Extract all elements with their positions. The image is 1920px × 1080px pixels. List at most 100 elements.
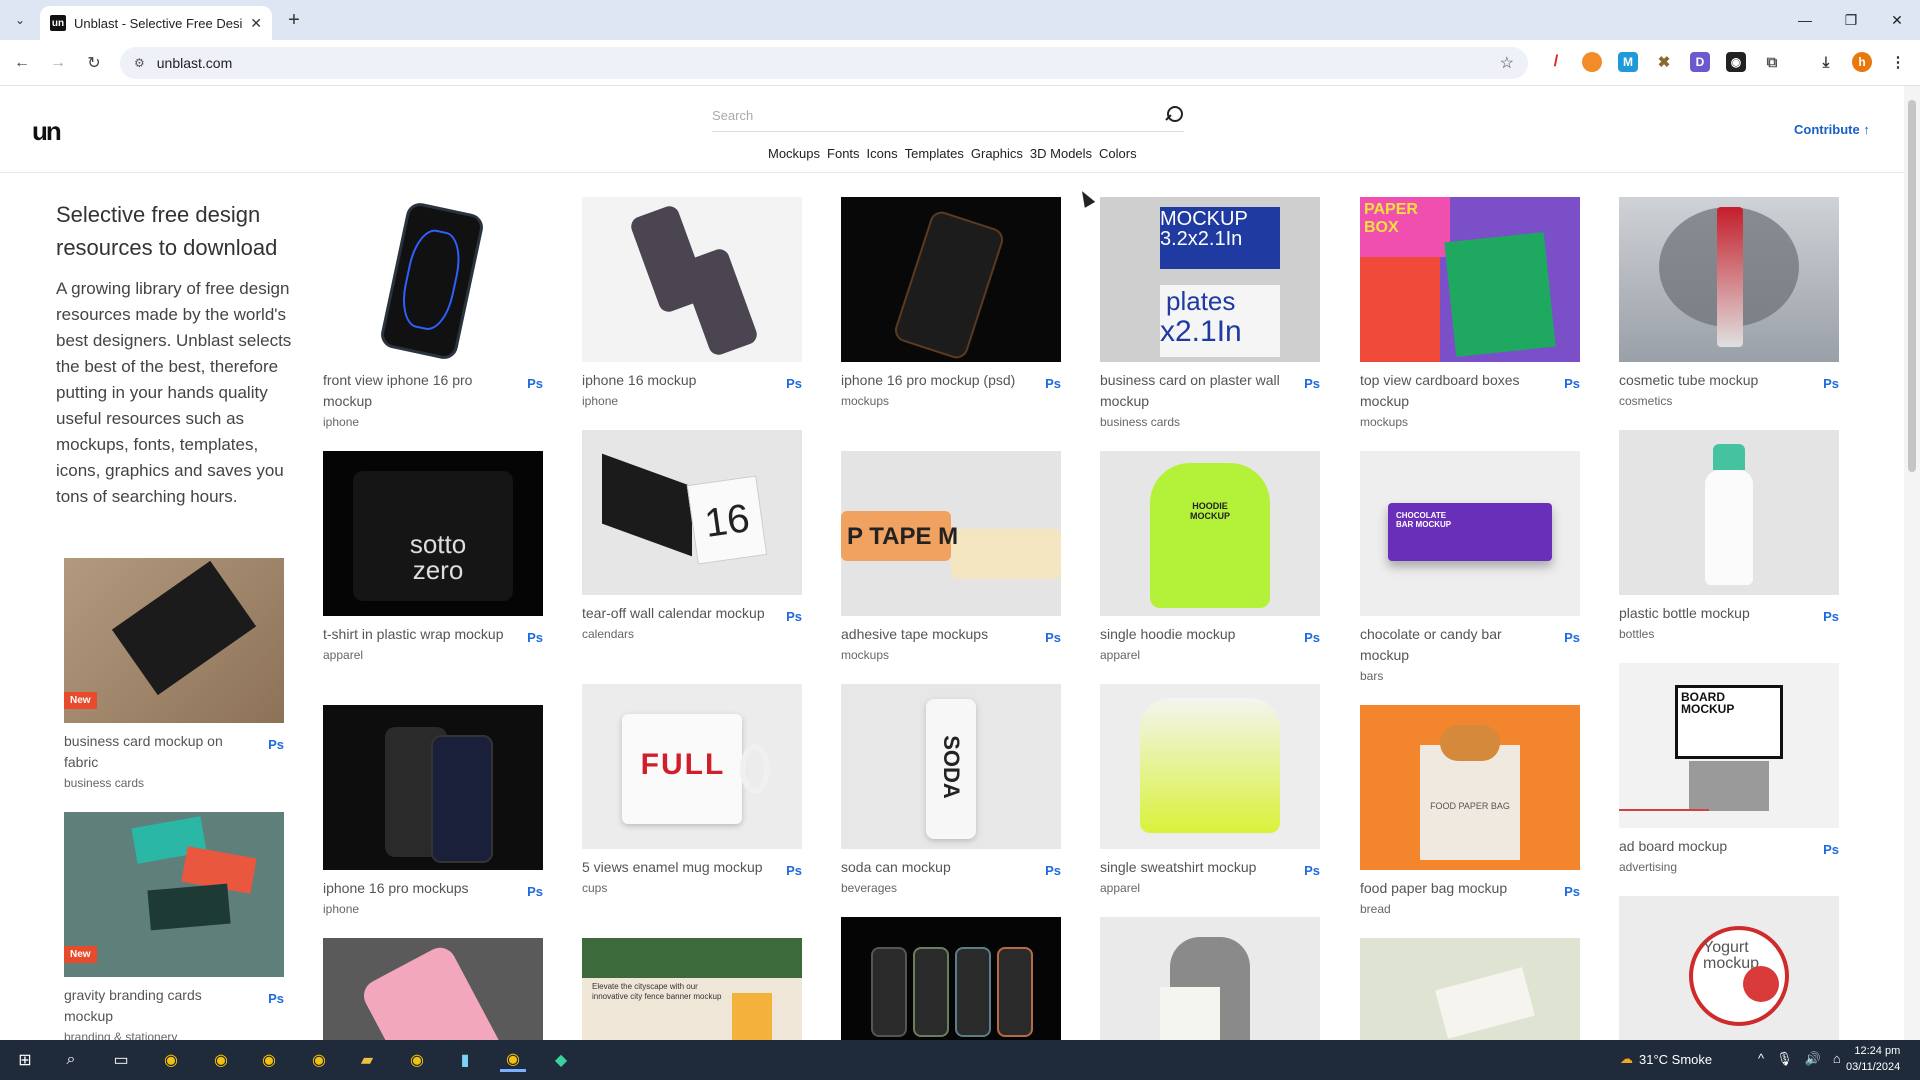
card-iphone-16-pro-mockups[interactable]: iphone 16 pro mockups Ps iphone: [323, 705, 543, 916]
back-arrow-icon[interactable]: ←: [10, 51, 34, 75]
card-title[interactable]: front view iphone 16 pro mockup: [323, 370, 508, 412]
site-logo[interactable]: un: [32, 116, 62, 147]
card-front-iphone-16-pro[interactable]: front view iphone 16 pro mockup Ps iphon…: [323, 197, 543, 429]
weather-widget[interactable]: ☁ 31°C Smoke: [1620, 1051, 1712, 1067]
card-adhesive-tape[interactable]: P TAPE M adhesive tape mockups Ps mockup…: [841, 451, 1061, 662]
card-category[interactable]: business cards: [64, 776, 284, 790]
card-category[interactable]: cosmetics: [1619, 394, 1839, 408]
card-thumbnail[interactable]: HOODIE MOCKUP: [1100, 451, 1320, 616]
nav-3d-models[interactable]: 3D Models: [1030, 146, 1092, 161]
browser-tab[interactable]: un Unblast - Selective Free Design ✕: [40, 6, 272, 40]
card-thumbnail[interactable]: [841, 917, 1061, 1040]
url-text[interactable]: unblast.com: [157, 55, 1500, 71]
card-title[interactable]: business card mockup on fabric: [64, 731, 249, 773]
card-thumbnail[interactable]: P TAPE M: [841, 451, 1061, 616]
tab-list-chevron-icon[interactable]: ⌄: [8, 8, 32, 32]
card-thumbnail[interactable]: [1100, 917, 1320, 1040]
card-pink-iphone[interactable]: [323, 938, 543, 1040]
app-icon[interactable]: ◆: [548, 1048, 574, 1072]
card-cosmetic-tube[interactable]: cosmetic tube mockup Ps cosmetics: [1619, 197, 1839, 408]
nav-templates[interactable]: Templates: [905, 146, 964, 161]
card-title[interactable]: iphone 16 mockup: [582, 370, 767, 391]
task-view-icon[interactable]: ▭: [108, 1048, 134, 1072]
card-ad-board[interactable]: BOARD MOCKUP ad board mockup Ps advertis…: [1619, 663, 1839, 874]
card-category[interactable]: bars: [1360, 669, 1580, 683]
card-food-paper-bag[interactable]: FOOD PAPER BAG food paper bag mockup Ps …: [1360, 705, 1580, 916]
card-plastic-bottle[interactable]: plastic bottle mockup Ps bottles: [1619, 430, 1839, 641]
card-title[interactable]: plastic bottle mockup: [1619, 603, 1804, 624]
card-title[interactable]: gravity branding cards mockup: [64, 985, 249, 1027]
card-category[interactable]: calendars: [582, 627, 802, 641]
card-title[interactable]: iphone 16 pro mockups: [323, 878, 508, 899]
card-thumbnail[interactable]: [1619, 430, 1839, 595]
card-thumbnail[interactable]: New: [64, 812, 284, 977]
nav-fonts[interactable]: Fonts: [827, 146, 860, 161]
card-thumbnail[interactable]: Yogurt mockup: [1619, 896, 1839, 1040]
card-chocolate-bar[interactable]: CHOCOLATE BAR MOCKUP chocolate or candy …: [1360, 451, 1580, 683]
color-extension-icon[interactable]: [1582, 52, 1602, 72]
card-title[interactable]: chocolate or candy bar mockup: [1360, 624, 1545, 666]
card-business-card-plaster[interactable]: MOCKUP 3.2x2.1In plates x2.1In business …: [1100, 197, 1320, 429]
site-info-icon[interactable]: ⚙: [134, 56, 145, 70]
profile-avatar-icon[interactable]: h: [1852, 52, 1872, 72]
card-category[interactable]: iphone: [582, 394, 802, 408]
network-icon[interactable]: ⌂: [1833, 1051, 1841, 1067]
card-title[interactable]: iphone 16 pro mockup (psd): [841, 370, 1026, 391]
dark-extension-icon[interactable]: ◉: [1726, 52, 1746, 72]
tray-chevron-icon[interactable]: ^: [1758, 1051, 1764, 1067]
card-category[interactable]: iphone: [323, 902, 543, 916]
card-thumbnail[interactable]: FOOD PAPER BAG: [1360, 705, 1580, 870]
notes-app-icon[interactable]: ▮: [452, 1048, 478, 1072]
restore-window-icon[interactable]: ❐: [1828, 0, 1874, 40]
card-category[interactable]: advertising: [1619, 860, 1839, 874]
pen-extension-icon[interactable]: /: [1546, 52, 1566, 72]
card-category[interactable]: beverages: [841, 881, 1061, 895]
card-thumbnail[interactable]: [323, 197, 543, 362]
nav-graphics[interactable]: Graphics: [971, 146, 1023, 161]
forward-arrow-icon[interactable]: →: [46, 51, 70, 75]
card-soda-can[interactable]: SODA soda can mockup Ps beverages: [841, 684, 1061, 895]
card-thumbnail[interactable]: PAPER BOX: [1360, 197, 1580, 362]
card-title[interactable]: single hoodie mockup: [1100, 624, 1285, 645]
chrome-active-icon[interactable]: ◉: [500, 1048, 526, 1072]
nav-mockups[interactable]: Mockups: [768, 146, 820, 161]
card-title[interactable]: 5 views enamel mug mockup: [582, 857, 767, 878]
card-paper-cards[interactable]: [1360, 938, 1580, 1040]
contribute-link[interactable]: Contribute ↑: [1794, 122, 1870, 137]
card-iphone-16-pro-psd[interactable]: iphone 16 pro mockup (psd) Ps mockups: [841, 197, 1061, 408]
card-category[interactable]: mockups: [841, 394, 1061, 408]
card-category[interactable]: mockups: [1360, 415, 1580, 429]
minimize-window-icon[interactable]: —: [1782, 0, 1828, 40]
reload-icon[interactable]: ↻: [82, 51, 106, 75]
card-thumbnail[interactable]: [1100, 684, 1320, 849]
card-title[interactable]: ad board mockup: [1619, 836, 1804, 857]
card-category[interactable]: mockups: [841, 648, 1061, 662]
card-tshirt-plastic-wrap[interactable]: sotto zero t-shirt in plastic wrap mocku…: [323, 451, 543, 662]
new-tab-plus-icon[interactable]: +: [282, 8, 306, 32]
card-thumbnail[interactable]: 16: [582, 430, 802, 595]
d-extension-icon[interactable]: D: [1690, 52, 1710, 72]
card-thumbnail[interactable]: MOCKUP 3.2x2.1In plates x2.1In: [1100, 197, 1320, 362]
close-window-icon[interactable]: ✕: [1874, 0, 1920, 40]
microphone-icon[interactable]: 🎙: [1776, 1051, 1793, 1067]
card-title[interactable]: top view cardboard boxes mockup: [1360, 370, 1545, 412]
card-gravity-branding[interactable]: New gravity branding cards mockup Ps bra…: [64, 812, 284, 1044]
card-category[interactable]: cups: [582, 881, 802, 895]
card-thumbnail[interactable]: [323, 705, 543, 870]
chrome-profile-icon[interactable]: ◉: [256, 1048, 282, 1072]
card-business-card-fabric[interactable]: New business card mockup on fabric Ps bu…: [64, 558, 284, 790]
card-thumbnail[interactable]: CHOCOLATE BAR MOCKUP: [1360, 451, 1580, 616]
nav-icons[interactable]: Icons: [867, 146, 898, 161]
card-category[interactable]: bread: [1360, 902, 1580, 916]
taskbar-clock[interactable]: 12:24 pm 03/11/2024: [1846, 1043, 1900, 1075]
card-thumbnail[interactable]: SODA: [841, 684, 1061, 849]
card-thumbnail[interactable]: New: [64, 558, 284, 723]
card-thumbnail[interactable]: Elevate the cityscape with our innovativ…: [582, 938, 802, 1040]
file-explorer-icon[interactable]: ▰: [354, 1048, 380, 1072]
volume-icon[interactable]: 🔊: [1805, 1051, 1821, 1067]
card-thumbnail[interactable]: [582, 197, 802, 362]
card-thumbnail[interactable]: BOARD MOCKUP: [1619, 663, 1839, 828]
card-category[interactable]: apparel: [323, 648, 543, 662]
browser-menu-icon[interactable]: ⋮: [1888, 52, 1908, 72]
chrome-profile-icon[interactable]: ◉: [208, 1048, 234, 1072]
